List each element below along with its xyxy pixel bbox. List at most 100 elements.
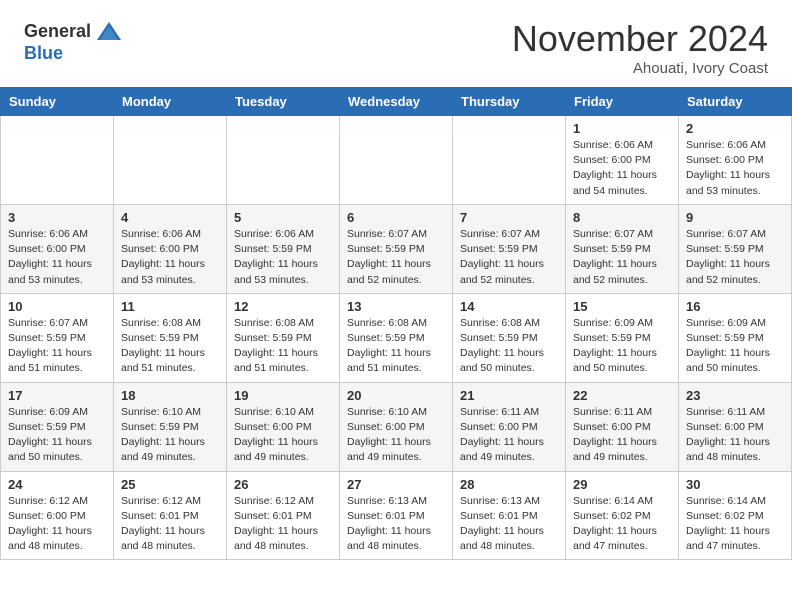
- day-info: Sunrise: 6:11 AMSunset: 6:00 PMDaylight:…: [686, 405, 784, 466]
- day-info: Sunrise: 6:11 AMSunset: 6:00 PMDaylight:…: [460, 405, 558, 466]
- calendar-cell: 3 Sunrise: 6:06 AMSunset: 6:00 PMDaylight…: [1, 204, 114, 293]
- logo-blue: Blue: [24, 43, 63, 63]
- logo: General Blue: [24, 18, 123, 64]
- column-header-friday: Friday: [566, 88, 679, 116]
- day-number: 22: [573, 388, 671, 403]
- day-info: Sunrise: 6:13 AMSunset: 6:01 PMDaylight:…: [460, 494, 558, 555]
- calendar-cell: 27 Sunrise: 6:13 AMSunset: 6:01 PMDayligh…: [340, 471, 453, 560]
- calendar-cell: 17Sunrise: 6:09 AMSunset: 5:59 PMDayligh…: [1, 382, 114, 471]
- day-number: 20: [347, 388, 445, 403]
- day-number: 4: [121, 210, 219, 225]
- location: Ahouati, Ivory Coast: [512, 60, 768, 77]
- column-header-saturday: Saturday: [679, 88, 792, 116]
- calendar-body: 1 Sunrise: 6:06 AMSunset: 6:00 PMDaylight…: [1, 116, 792, 560]
- day-info: Sunrise: 6:14 AMSunset: 6:02 PMDaylight:…: [686, 494, 784, 555]
- day-info: Sunrise: 6:08 AMSunset: 5:59 PMDaylight:…: [460, 316, 558, 377]
- day-number: 8: [573, 210, 671, 225]
- day-info: Sunrise: 6:07 AMSunset: 5:59 PMDaylight:…: [573, 227, 671, 288]
- calendar-cell: [340, 116, 453, 205]
- calendar-cell: [1, 116, 114, 205]
- day-number: 11: [121, 299, 219, 314]
- calendar-cell: 20Sunrise: 6:10 AMSunset: 6:00 PMDayligh…: [340, 382, 453, 471]
- calendar-cell: 22 Sunrise: 6:11 AMSunset: 6:00 PMDayligh…: [566, 382, 679, 471]
- day-info: Sunrise: 6:06 AMSunset: 6:00 PMDaylight:…: [8, 227, 106, 288]
- calendar-cell: 24 Sunrise: 6:12 AMSunset: 6:00 PMDayligh…: [1, 471, 114, 560]
- calendar-cell: 23 Sunrise: 6:11 AMSunset: 6:00 PMDayligh…: [679, 382, 792, 471]
- title-block: November 2024 Ahouati, Ivory Coast: [512, 18, 768, 77]
- calendar-cell: 1 Sunrise: 6:06 AMSunset: 6:00 PMDaylight…: [566, 116, 679, 205]
- day-number: 25: [121, 477, 219, 492]
- logo-icon: [95, 18, 123, 46]
- calendar-cell: 14 Sunrise: 6:08 AMSunset: 5:59 PMDayligh…: [453, 293, 566, 382]
- day-number: 13: [347, 299, 445, 314]
- calendar-cell: 28 Sunrise: 6:13 AMSunset: 6:01 PMDayligh…: [453, 471, 566, 560]
- calendar-cell: 5Sunrise: 6:06 AMSunset: 5:59 PMDaylight…: [227, 204, 340, 293]
- day-info: Sunrise: 6:08 AMSunset: 5:59 PMDaylight:…: [347, 316, 445, 377]
- column-header-sunday: Sunday: [1, 88, 114, 116]
- day-number: 14: [460, 299, 558, 314]
- header-row: SundayMondayTuesdayWednesdayThursdayFrid…: [1, 88, 792, 116]
- calendar-table: SundayMondayTuesdayWednesdayThursdayFrid…: [0, 87, 792, 560]
- calendar-cell: 12 Sunrise: 6:08 AMSunset: 5:59 PMDayligh…: [227, 293, 340, 382]
- day-info: Sunrise: 6:09 AMSunset: 5:59 PMDaylight:…: [686, 316, 784, 377]
- calendar-cell: 4 Sunrise: 6:06 AMSunset: 6:00 PMDaylight…: [114, 204, 227, 293]
- month-title: November 2024: [512, 18, 768, 60]
- calendar-cell: 10Sunrise: 6:07 AMSunset: 5:59 PMDayligh…: [1, 293, 114, 382]
- day-number: 30: [686, 477, 784, 492]
- calendar-cell: [227, 116, 340, 205]
- day-number: 9: [686, 210, 784, 225]
- day-info: Sunrise: 6:10 AMSunset: 6:00 PMDaylight:…: [234, 405, 332, 466]
- day-info: Sunrise: 6:13 AMSunset: 6:01 PMDaylight:…: [347, 494, 445, 555]
- calendar-cell: 18Sunrise: 6:10 AMSunset: 5:59 PMDayligh…: [114, 382, 227, 471]
- calendar-cell: 26Sunrise: 6:12 AMSunset: 6:01 PMDayligh…: [227, 471, 340, 560]
- day-number: 3: [8, 210, 106, 225]
- page-header: General Blue November 2024 Ahouati, Ivor…: [0, 0, 792, 87]
- calendar-cell: 19 Sunrise: 6:10 AMSunset: 6:00 PMDayligh…: [227, 382, 340, 471]
- day-number: 21: [460, 388, 558, 403]
- day-number: 23: [686, 388, 784, 403]
- day-info: Sunrise: 6:11 AMSunset: 6:00 PMDaylight:…: [573, 405, 671, 466]
- column-header-thursday: Thursday: [453, 88, 566, 116]
- calendar-cell: [453, 116, 566, 205]
- day-info: Sunrise: 6:06 AMSunset: 6:00 PMDaylight:…: [686, 138, 784, 199]
- day-info: Sunrise: 6:12 AMSunset: 6:00 PMDaylight:…: [8, 494, 106, 555]
- day-info: Sunrise: 6:09 AMSunset: 5:59 PMDaylight:…: [573, 316, 671, 377]
- day-info: Sunrise: 6:08 AMSunset: 5:59 PMDaylight:…: [234, 316, 332, 377]
- day-number: 28: [460, 477, 558, 492]
- day-info: Sunrise: 6:07 AMSunset: 5:59 PMDaylight:…: [8, 316, 106, 377]
- calendar-header: SundayMondayTuesdayWednesdayThursdayFrid…: [1, 88, 792, 116]
- day-info: Sunrise: 6:12 AMSunset: 6:01 PMDaylight:…: [121, 494, 219, 555]
- calendar-cell: 7Sunrise: 6:07 AMSunset: 5:59 PMDaylight…: [453, 204, 566, 293]
- week-row-5: 24 Sunrise: 6:12 AMSunset: 6:00 PMDayligh…: [1, 471, 792, 560]
- day-info: Sunrise: 6:07 AMSunset: 5:59 PMDaylight:…: [347, 227, 445, 288]
- calendar-cell: 29Sunrise: 6:14 AMSunset: 6:02 PMDayligh…: [566, 471, 679, 560]
- day-info: Sunrise: 6:06 AMSunset: 6:00 PMDaylight:…: [573, 138, 671, 199]
- day-number: 12: [234, 299, 332, 314]
- column-header-wednesday: Wednesday: [340, 88, 453, 116]
- column-header-tuesday: Tuesday: [227, 88, 340, 116]
- calendar-cell: 25 Sunrise: 6:12 AMSunset: 6:01 PMDayligh…: [114, 471, 227, 560]
- calendar-cell: 15Sunrise: 6:09 AMSunset: 5:59 PMDayligh…: [566, 293, 679, 382]
- calendar-cell: 16Sunrise: 6:09 AMSunset: 5:59 PMDayligh…: [679, 293, 792, 382]
- day-number: 27: [347, 477, 445, 492]
- day-number: 1: [573, 121, 671, 136]
- week-row-2: 3 Sunrise: 6:06 AMSunset: 6:00 PMDaylight…: [1, 204, 792, 293]
- day-number: 5: [234, 210, 332, 225]
- calendar-cell: 21 Sunrise: 6:11 AMSunset: 6:00 PMDayligh…: [453, 382, 566, 471]
- day-number: 7: [460, 210, 558, 225]
- day-number: 24: [8, 477, 106, 492]
- week-row-1: 1 Sunrise: 6:06 AMSunset: 6:00 PMDaylight…: [1, 116, 792, 205]
- calendar-cell: 30 Sunrise: 6:14 AMSunset: 6:02 PMDayligh…: [679, 471, 792, 560]
- day-number: 2: [686, 121, 784, 136]
- week-row-4: 17Sunrise: 6:09 AMSunset: 5:59 PMDayligh…: [1, 382, 792, 471]
- logo-general: General: [24, 22, 91, 42]
- day-info: Sunrise: 6:12 AMSunset: 6:01 PMDaylight:…: [234, 494, 332, 555]
- calendar-cell: 6Sunrise: 6:07 AMSunset: 5:59 PMDaylight…: [340, 204, 453, 293]
- calendar-cell: 8 Sunrise: 6:07 AMSunset: 5:59 PMDaylight…: [566, 204, 679, 293]
- calendar-cell: 13 Sunrise: 6:08 AMSunset: 5:59 PMDayligh…: [340, 293, 453, 382]
- day-info: Sunrise: 6:06 AMSunset: 6:00 PMDaylight:…: [121, 227, 219, 288]
- calendar-cell: 9Sunrise: 6:07 AMSunset: 5:59 PMDaylight…: [679, 204, 792, 293]
- day-number: 19: [234, 388, 332, 403]
- day-info: Sunrise: 6:08 AMSunset: 5:59 PMDaylight:…: [121, 316, 219, 377]
- calendar-cell: 2 Sunrise: 6:06 AMSunset: 6:00 PMDaylight…: [679, 116, 792, 205]
